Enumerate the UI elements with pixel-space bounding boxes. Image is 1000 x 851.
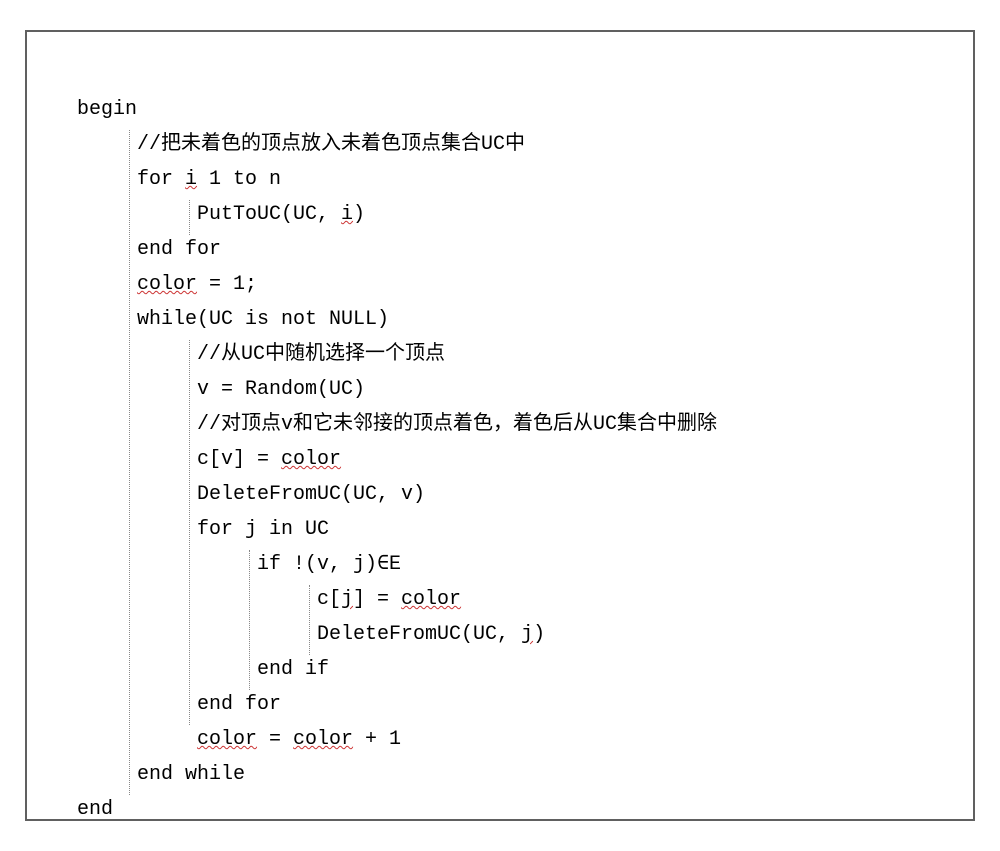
code-token: PutToUC(UC,	[197, 203, 341, 226]
code-line: c[j] = color	[77, 582, 923, 617]
code-line: begin	[77, 92, 923, 127]
wavy-token: color	[197, 728, 257, 751]
code-block: begin//把未着色的顶点放入未着色顶点集合UC中for i 1 to nPu…	[77, 92, 923, 827]
code-line: while(UC is not NULL)	[77, 302, 923, 337]
code-token: 1 to n	[197, 168, 281, 191]
code-line: //把未着色的顶点放入未着色顶点集合UC中	[77, 127, 923, 162]
code-line: //对顶点v和它未邻接的顶点着色，着色后从UC集合中删除	[77, 407, 923, 442]
code-token: DeleteFromUC(UC, v)	[197, 483, 425, 506]
wavy-token: j	[341, 588, 353, 611]
code-token: v = Random(UC)	[197, 378, 365, 401]
code-token: end	[77, 798, 113, 821]
code-line: color = 1;	[77, 267, 923, 302]
document-frame: begin//把未着色的顶点放入未着色顶点集合UC中for i 1 to nPu…	[25, 30, 975, 821]
code-token: //把未着色的顶点放入未着色顶点集合UC中	[137, 133, 525, 156]
code-line: end for	[77, 232, 923, 267]
code-line: color = color + 1	[77, 722, 923, 757]
wavy-token: color	[401, 588, 461, 611]
code-line: end while	[77, 757, 923, 792]
code-token: if !(v, j)∈E	[257, 553, 401, 576]
code-token: ] =	[353, 588, 401, 611]
code-line: end	[77, 792, 923, 827]
code-line: for i 1 to n	[77, 162, 923, 197]
code-line: DeleteFromUC(UC, v)	[77, 477, 923, 512]
code-token: + 1	[353, 728, 401, 751]
code-line: c[v] = color	[77, 442, 923, 477]
code-token: begin	[77, 98, 137, 121]
code-line: end for	[77, 687, 923, 722]
wavy-token: color	[137, 273, 197, 296]
code-token: )	[533, 623, 545, 646]
code-token: while(UC is not NULL)	[137, 308, 389, 331]
code-token: end for	[197, 693, 281, 716]
code-token: DeleteFromUC(UC,	[317, 623, 521, 646]
code-token: = 1;	[197, 273, 257, 296]
code-token: end if	[257, 658, 329, 681]
wavy-token: color	[293, 728, 353, 751]
code-token: c[	[317, 588, 341, 611]
code-token: //对顶点v和它未邻接的顶点着色，着色后从UC集合中删除	[197, 413, 717, 436]
code-token: end while	[137, 763, 245, 786]
code-token: )	[353, 203, 365, 226]
wavy-token: j	[521, 623, 533, 646]
code-line: v = Random(UC)	[77, 372, 923, 407]
wavy-token: i	[185, 168, 197, 191]
wavy-token: i	[341, 203, 353, 226]
wavy-token: color	[281, 448, 341, 471]
code-token: for j in UC	[197, 518, 329, 541]
code-line: //从UC中随机选择一个顶点	[77, 337, 923, 372]
code-line: end if	[77, 652, 923, 687]
code-token: //从UC中随机选择一个顶点	[197, 343, 445, 366]
code-line: if !(v, j)∈E	[77, 547, 923, 582]
code-token: end for	[137, 238, 221, 261]
code-token: for	[137, 168, 185, 191]
code-container: begin//把未着色的顶点放入未着色顶点集合UC中for i 1 to nPu…	[77, 92, 923, 827]
code-token: c[v] =	[197, 448, 281, 471]
code-line: DeleteFromUC(UC, j)	[77, 617, 923, 652]
code-token: =	[257, 728, 293, 751]
code-line: PutToUC(UC, i)	[77, 197, 923, 232]
code-line: for j in UC	[77, 512, 923, 547]
